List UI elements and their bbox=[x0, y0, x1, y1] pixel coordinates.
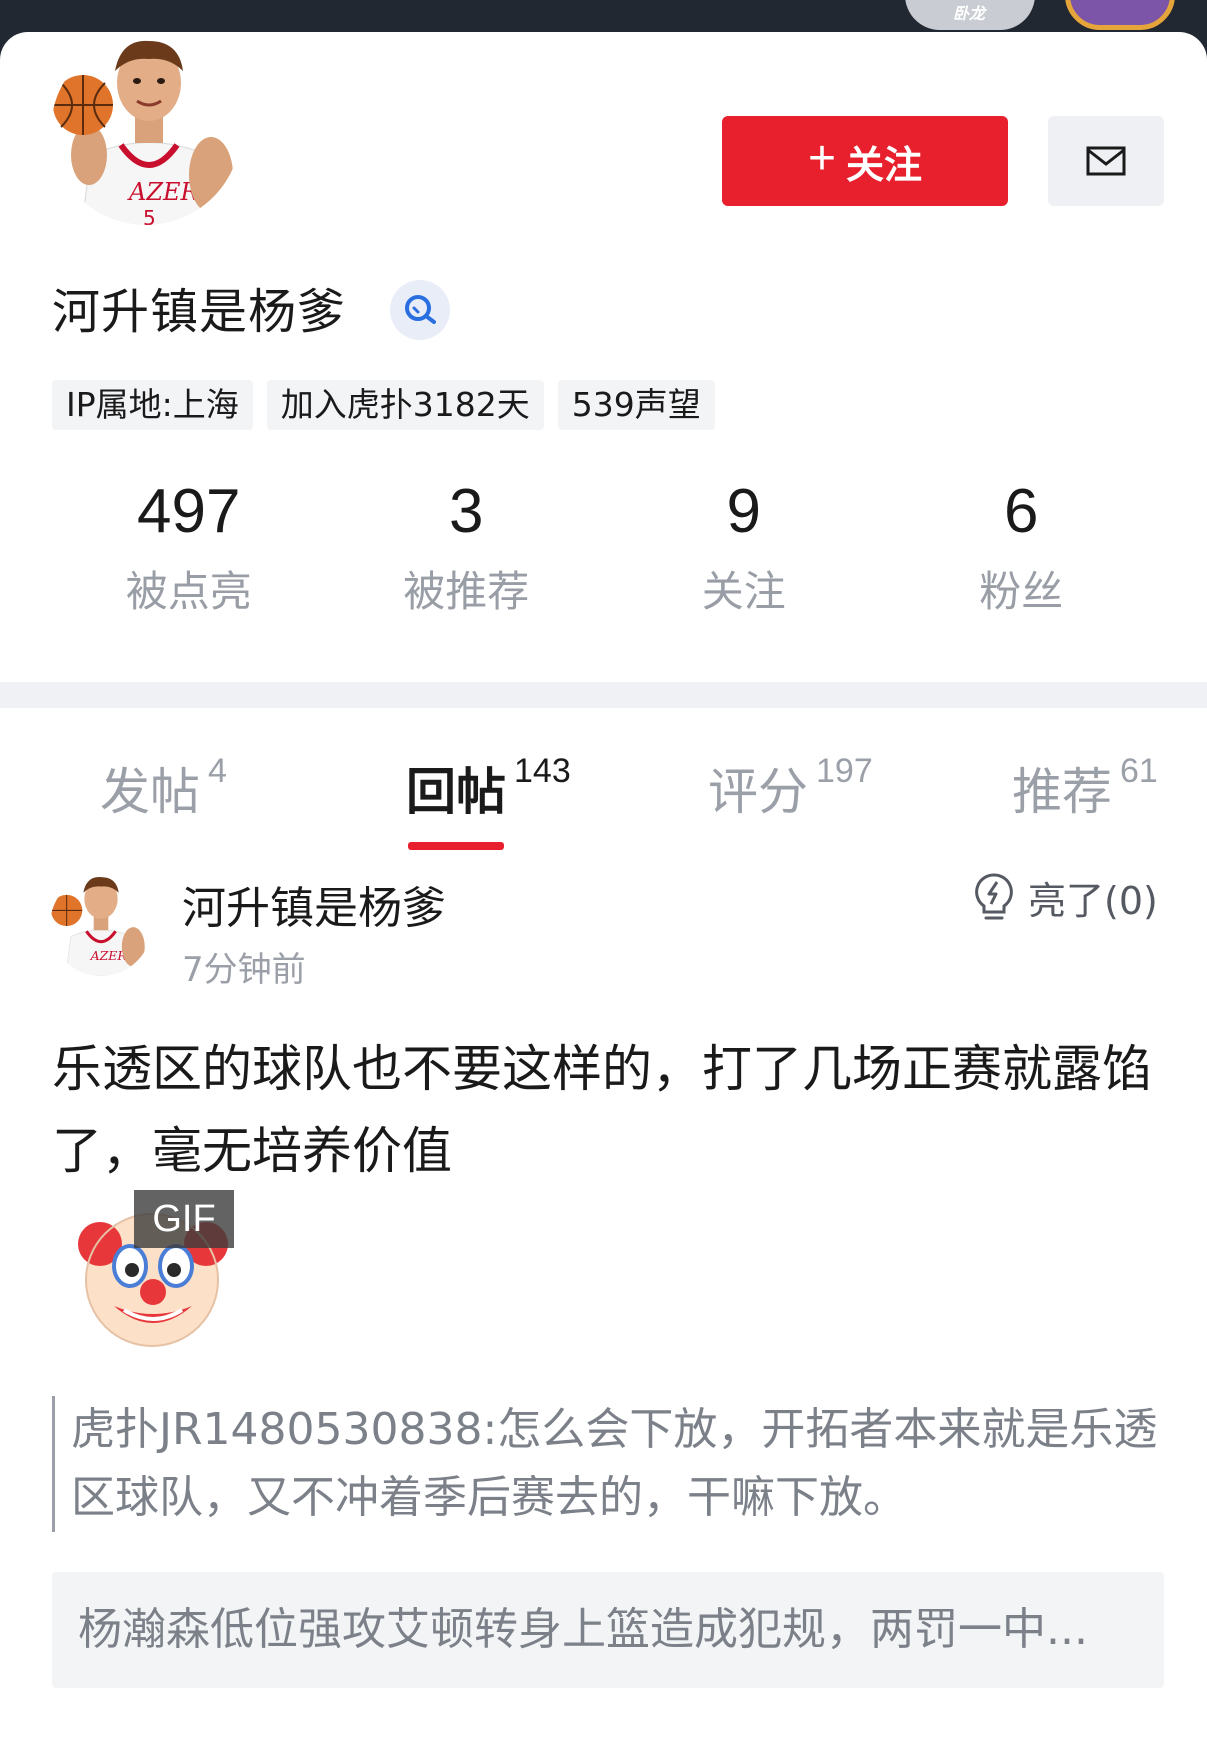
follow-button-label: 关注 bbox=[846, 144, 923, 187]
stat-value: 9 bbox=[726, 477, 761, 546]
stat-value: 497 bbox=[137, 477, 241, 546]
banner-decoration-right bbox=[1065, 0, 1175, 30]
tab-label: 评分 bbox=[708, 763, 808, 821]
stat-label: 被推荐 bbox=[403, 567, 530, 616]
profile-username: 河升镇是杨爹 bbox=[52, 284, 347, 340]
light-count-label: 亮了(0) bbox=[1028, 879, 1158, 923]
mail-icon bbox=[1086, 146, 1126, 176]
active-tab-indicator bbox=[408, 842, 504, 850]
tab-count: 61 bbox=[1120, 752, 1158, 790]
tag-join-days: 加入虎扑3182天 bbox=[266, 380, 544, 430]
svg-text:5: 5 bbox=[143, 206, 156, 228]
tab-recommend[interactable]: 推荐 61 bbox=[1012, 752, 1158, 824]
tag-ip-location: IP属地:上海 bbox=[52, 380, 253, 430]
post-author-avatar[interactable]: AZERS bbox=[50, 874, 152, 976]
gif-badge: GIF bbox=[134, 1190, 234, 1248]
gif-attachment[interactable]: GIF bbox=[76, 1190, 246, 1350]
content-tabs: 发帖 4 回帖 143 评分 197 推荐 61 bbox=[0, 732, 1207, 852]
tab-posts[interactable]: 发帖 4 bbox=[100, 752, 227, 824]
stat-lighted[interactable]: 497 被点亮 bbox=[50, 472, 328, 619]
quoted-reply[interactable]: 虎扑JR1480530838:怎么会下放，开拓者本来就是乐透区球队，又不冲着季后… bbox=[52, 1396, 1172, 1532]
tab-label: 推荐 bbox=[1012, 763, 1112, 821]
plus-icon: + bbox=[807, 132, 836, 185]
profile-stats: 497 被点亮 3 被推荐 9 关注 6 粉丝 bbox=[50, 472, 1160, 619]
stat-fans[interactable]: 6 粉丝 bbox=[883, 472, 1161, 619]
stat-value: 6 bbox=[1004, 477, 1039, 546]
section-divider bbox=[0, 682, 1207, 708]
stat-value: 3 bbox=[449, 477, 484, 546]
avatar-image: AZERS 5 bbox=[51, 35, 241, 228]
stat-label: 粉丝 bbox=[979, 567, 1064, 616]
search-verified-icon bbox=[405, 295, 436, 324]
post-author-name[interactable]: 河升镇是杨爹 bbox=[182, 872, 446, 936]
tab-label: 回帖 bbox=[406, 763, 506, 821]
tab-count: 197 bbox=[816, 752, 873, 790]
stat-label: 关注 bbox=[701, 567, 786, 616]
avatar-image: AZERS bbox=[50, 874, 152, 976]
verified-search-badge[interactable] bbox=[390, 280, 450, 340]
lightbulb-icon bbox=[975, 872, 1013, 919]
post-content: 乐透区的球队也不要这样的，打了几场正赛就露馅了，毫无培养价值 bbox=[52, 1040, 1152, 1180]
post-timestamp: 7分钟前 bbox=[182, 950, 306, 990]
light-button[interactable]: 亮了(0) bbox=[972, 870, 1158, 925]
tab-count: 4 bbox=[208, 752, 227, 790]
stat-following[interactable]: 9 关注 bbox=[605, 472, 883, 619]
tab-count: 143 bbox=[514, 752, 571, 790]
tab-ratings[interactable]: 评分 197 bbox=[708, 752, 873, 824]
stat-recommended[interactable]: 3 被推荐 bbox=[328, 472, 606, 619]
banner-decoration-left: 卧龙 bbox=[905, 0, 1035, 30]
follow-button[interactable]: + 关注 bbox=[722, 116, 1008, 206]
stat-label: 被点亮 bbox=[125, 567, 252, 616]
profile-avatar[interactable]: AZERS 5 bbox=[48, 32, 244, 228]
tab-label: 发帖 bbox=[100, 763, 200, 821]
tag-reputation: 539声望 bbox=[557, 380, 715, 430]
tab-replies[interactable]: 回帖 143 bbox=[406, 752, 571, 824]
profile-tags: IP属地:上海 加入虎扑3182天 539声望 bbox=[52, 380, 715, 430]
reference-thread-link[interactable]: 杨瀚森低位强攻艾顿转身上篮造成犯规，两罚一中... bbox=[52, 1572, 1164, 1688]
message-button[interactable] bbox=[1048, 116, 1164, 206]
